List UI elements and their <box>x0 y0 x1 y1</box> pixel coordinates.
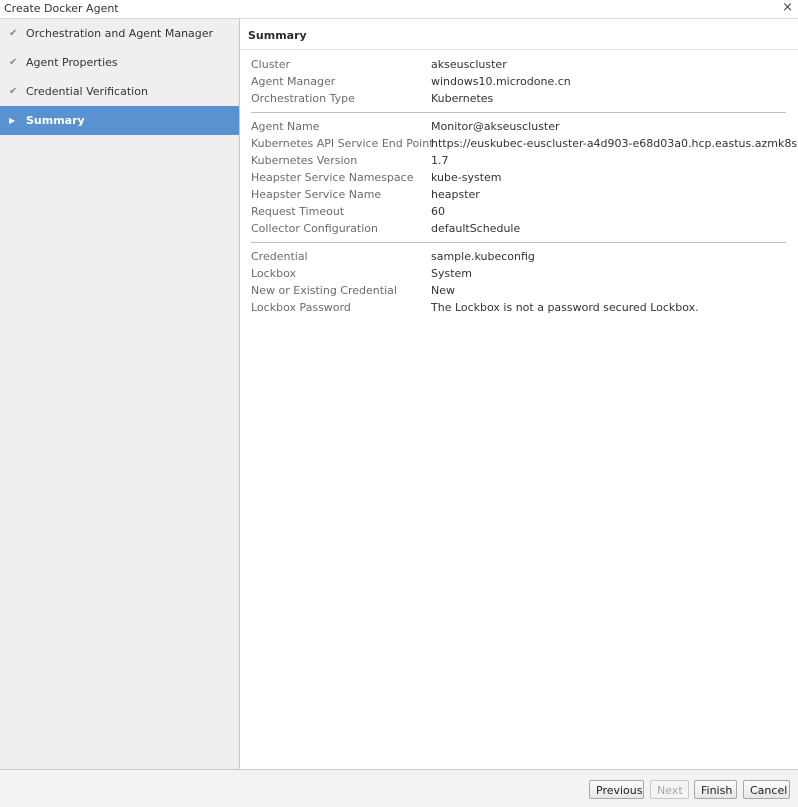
summary-row: Agent Manager windows10.microdone.cn <box>251 73 786 90</box>
summary-row: Credential sample.kubeconfig <box>251 248 786 265</box>
divider <box>240 49 798 50</box>
row-label: Agent Name <box>251 120 320 133</box>
wizard-footer: Previous Next Finish Cancel <box>0 769 798 807</box>
row-label: Credential <box>251 250 308 263</box>
summary-row: Heapster Service Namespace kube-system <box>251 169 786 186</box>
step-label: Agent Properties <box>26 56 118 69</box>
row-value: sample.kubeconfig <box>431 250 535 263</box>
step-orchestration-and-agent-manager[interactable]: ✔ Orchestration and Agent Manager <box>0 19 239 48</box>
row-value: windows10.microdone.cn <box>431 75 571 88</box>
row-label: Lockbox Password <box>251 301 351 314</box>
row-value: https://euskubec-euscluster-a4d903-e68d0… <box>431 137 798 150</box>
checkmark-icon: ✔ <box>9 86 18 97</box>
summary-group-agent-properties: Agent Name Monitor@akseuscluster Kuberne… <box>251 118 798 237</box>
row-value: New <box>431 284 455 297</box>
checkmark-icon: ✔ <box>9 57 18 68</box>
row-value: 1.7 <box>431 154 449 167</box>
summary-row: Heapster Service Name heapster <box>251 186 786 203</box>
row-value: Monitor@akseuscluster <box>431 120 560 133</box>
step-summary[interactable]: ▶ Summary <box>0 106 239 135</box>
row-value: akseuscluster <box>431 58 507 71</box>
summary-row: Collector Configuration defaultSchedule <box>251 220 786 237</box>
row-label: Agent Manager <box>251 75 336 88</box>
row-value: System <box>431 267 473 280</box>
row-label: Cluster <box>251 58 291 71</box>
row-value: 60 <box>431 205 445 218</box>
row-value: The Lockbox is not a password secured Lo… <box>431 301 699 314</box>
divider <box>251 242 786 243</box>
summary-row: Kubernetes API Service End Point https:/… <box>251 135 798 152</box>
summary-row: Cluster akseuscluster <box>251 56 786 73</box>
previous-button[interactable]: Previous <box>589 780 644 799</box>
row-label: Collector Configuration <box>251 222 378 235</box>
close-icon[interactable]: × <box>782 0 793 15</box>
summary-panel: Summary Cluster akseuscluster Agent Mana… <box>240 19 798 769</box>
step-agent-properties[interactable]: ✔ Agent Properties <box>0 48 239 77</box>
summary-row: Kubernetes Version 1.7 <box>251 152 786 169</box>
step-label: Credential Verification <box>26 85 148 98</box>
summary-row: Lockbox System <box>251 265 786 282</box>
step-label: Orchestration and Agent Manager <box>26 27 214 40</box>
dialog-title-bar: Create Docker Agent × <box>0 0 798 19</box>
page-title: Summary <box>248 29 307 42</box>
step-label: Summary <box>26 114 85 127</box>
summary-row: Lockbox Password The Lockbox is not a pa… <box>251 299 786 316</box>
triangle-right-icon: ▶ <box>9 116 16 125</box>
summary-row: New or Existing Credential New <box>251 282 786 299</box>
row-label: Lockbox <box>251 267 296 280</box>
row-value: kube-system <box>431 171 502 184</box>
summary-row: Agent Name Monitor@akseuscluster <box>251 118 786 135</box>
divider <box>251 112 786 113</box>
dialog-title: Create Docker Agent <box>4 2 119 15</box>
summary-row: Request Timeout 60 <box>251 203 786 220</box>
row-label: Heapster Service Namespace <box>251 171 414 184</box>
row-value: Kubernetes <box>431 92 494 105</box>
finish-button[interactable]: Finish <box>694 780 737 799</box>
row-label: Request Timeout <box>251 205 345 218</box>
row-label: Orchestration Type <box>251 92 355 105</box>
row-label: Kubernetes Version <box>251 154 358 167</box>
summary-group-orchestration: Cluster akseuscluster Agent Manager wind… <box>251 56 786 107</box>
row-value: defaultSchedule <box>431 222 521 235</box>
step-credential-verification[interactable]: ✔ Credential Verification <box>0 77 239 106</box>
row-label: Kubernetes API Service End Point <box>251 137 434 150</box>
row-label: Heapster Service Name <box>251 188 382 201</box>
cancel-button[interactable]: Cancel <box>743 780 790 799</box>
summary-group-credential: Credential sample.kubeconfig Lockbox Sys… <box>251 248 786 316</box>
wizard-steps-sidebar: ✔ Orchestration and Agent Manager ✔ Agen… <box>0 19 240 769</box>
row-value: heapster <box>431 188 480 201</box>
summary-row: Orchestration Type Kubernetes <box>251 90 786 107</box>
next-button: Next <box>650 780 689 799</box>
row-label: New or Existing Credential <box>251 284 397 297</box>
checkmark-icon: ✔ <box>9 28 18 39</box>
